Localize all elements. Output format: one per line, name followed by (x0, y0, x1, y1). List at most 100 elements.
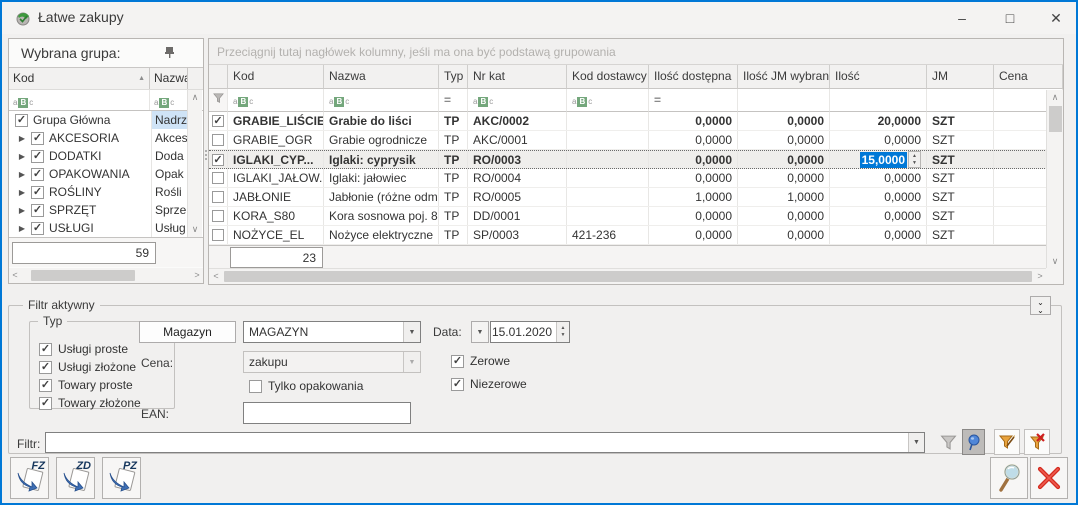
cell-ilosc[interactable]: 20,0000 (830, 112, 927, 130)
cell-ilosc[interactable]: 0,0000 (830, 226, 927, 244)
tree-checkbox[interactable]: ✓ (31, 168, 44, 181)
tree-row[interactable]: ▶ ✓ SPRZĘT Sprze (9, 201, 203, 219)
tree-filter-kod[interactable] (9, 90, 150, 110)
scroll-right-icon[interactable]: > (191, 268, 203, 283)
grid-vertical-scrollbar[interactable]: ∧ ∨ (1046, 90, 1063, 269)
checkbox-uslugi-proste[interactable]: ✓ Usługi proste (39, 342, 128, 356)
checkbox-tylko-opakowania[interactable]: Tylko opakowania (249, 379, 363, 393)
tree-column-header-kod[interactable]: Kod ▲ (9, 68, 150, 89)
magazyn-button[interactable]: Magazyn (139, 321, 236, 343)
scroll-thumb[interactable] (31, 270, 135, 281)
filter-cell-nrkat[interactable] (468, 89, 567, 112)
checkbox-uslugi-zlozone[interactable]: ✓ Usługi złożone (39, 360, 136, 374)
tree-checkbox[interactable]: ✓ (31, 150, 44, 163)
filtr-combo[interactable]: ▼ (45, 432, 925, 453)
scroll-up-icon[interactable]: ∧ (188, 90, 202, 105)
row-checkbox[interactable] (212, 210, 224, 222)
tree-checkbox[interactable]: ✓ (31, 222, 44, 235)
grid-horizontal-scrollbar[interactable]: < > (209, 268, 1047, 284)
cell-ilosc[interactable]: 0,0000 (830, 207, 927, 225)
row-checkbox[interactable]: ✓ (212, 115, 224, 127)
expand-icon[interactable]: ▶ (17, 170, 27, 179)
fz-document-button[interactable]: FZ (10, 457, 49, 499)
close-button[interactable] (1030, 457, 1068, 499)
chevron-down-icon[interactable]: ▼ (403, 322, 420, 342)
column-header-nazwa[interactable]: Nazwa (324, 65, 439, 89)
tree-row[interactable]: ▶ ✓ DODATKI Doda (9, 147, 203, 165)
filter-cell-nazwa[interactable] (324, 89, 439, 112)
filter-cell-ilosc-jm[interactable] (738, 89, 830, 112)
column-header-kod[interactable]: Kod (228, 65, 324, 89)
filter-pin-button[interactable] (962, 429, 985, 455)
expand-icon[interactable]: ▶ (17, 206, 27, 215)
cell-ilosc[interactable]: 0,0000 (830, 188, 927, 206)
collapse-filter-button[interactable]: ⌄⌄ (1030, 296, 1051, 315)
scroll-right-icon[interactable]: > (1033, 269, 1047, 284)
ilosc-spinner[interactable]: ▲▼ (908, 151, 921, 168)
filter-cell-kod-dostawcy[interactable] (567, 89, 649, 112)
expand-icon[interactable]: ▶ (17, 188, 27, 197)
chevron-down-icon[interactable]: ▼ (908, 433, 924, 452)
tree-checkbox[interactable]: ✓ (31, 204, 44, 217)
expand-icon[interactable]: ▶ (17, 134, 27, 143)
filter-cell-jm[interactable] (927, 89, 994, 112)
row-checkbox[interactable] (212, 229, 224, 241)
table-row-selected[interactable]: ✓ IGLAKI_CYP... Iglaki: cyprysik TP RO/0… (209, 150, 1063, 169)
table-row[interactable]: NOŻYCE_EL Nożyce elektryczne TP SP/0003 … (209, 226, 1063, 245)
maximize-button[interactable]: □ (994, 6, 1026, 30)
table-row[interactable]: GRABIE_OGR Grabie ogrodnicze TP AKC/0001… (209, 131, 1063, 150)
scroll-thumb[interactable] (224, 271, 1032, 282)
ilosc-editor[interactable]: 15,0000 (860, 152, 907, 168)
minimize-button[interactable]: – (946, 6, 978, 30)
ilosc-editor-cell[interactable]: 15,0000 ▲▼ (830, 151, 927, 168)
column-header-ilosc-jm[interactable]: Ilość JM wybrana (738, 65, 830, 89)
tree-filter-nazwa[interactable] (150, 90, 188, 110)
scroll-thumb[interactable] (1049, 106, 1062, 132)
column-header-kod-dostawcy[interactable]: Kod dostawcy (567, 65, 649, 89)
group-by-bar[interactable]: Przeciągnij tutaj nagłówek kolumny, jeśl… (209, 39, 1063, 65)
filter-funnel-cell[interactable] (209, 89, 228, 112)
filter-button[interactable] (937, 429, 960, 455)
table-row[interactable]: JABŁONIE Jabłonie (różne odm... TP RO/00… (209, 188, 1063, 207)
zd-document-button[interactable]: ZD (56, 457, 95, 499)
filter-cell-typ[interactable] (439, 89, 468, 112)
tree-checkbox[interactable]: ✓ (31, 186, 44, 199)
column-header-jm[interactable]: JM (927, 65, 994, 89)
pz-document-button[interactable]: PZ (102, 457, 141, 499)
scroll-up-icon[interactable]: ∧ (1047, 90, 1063, 105)
search-button[interactable] (990, 457, 1028, 499)
filter-builder-button[interactable] (994, 429, 1020, 455)
row-checkbox[interactable]: ✓ (212, 154, 224, 166)
scroll-left-icon[interactable]: < (209, 269, 223, 284)
date-spinner[interactable]: ▲▼ (556, 322, 569, 342)
date-dropdown-button[interactable]: ▼ (471, 321, 489, 343)
tree-column-header-nazwa[interactable]: Nazwa (150, 68, 188, 89)
row-checkbox[interactable] (212, 191, 224, 203)
tree-row[interactable]: ▶ ✓ AKCESORIA Akces (9, 129, 203, 147)
scroll-down-icon[interactable]: ∨ (1047, 254, 1063, 269)
pin-icon[interactable] (164, 46, 175, 59)
magazyn-combo[interactable]: MAGAZYN ▼ (243, 321, 421, 343)
tree-checkbox[interactable]: ✓ (31, 132, 44, 145)
row-checkbox[interactable] (212, 172, 224, 184)
column-header-ilosc-dostepna[interactable]: Ilość dostępna (649, 65, 738, 89)
tree-vertical-scrollbar[interactable]: ∧ ∨ (187, 90, 202, 237)
scroll-left-icon[interactable]: < (9, 268, 21, 283)
column-header-typ[interactable]: Typ (439, 65, 468, 89)
date-field[interactable]: 15.01.2020 ▲▼ (490, 321, 570, 343)
close-window-button[interactable]: ✕ (1040, 6, 1072, 30)
table-row[interactable]: IGLAKI_JAŁOW... Iglaki: jałowiec TP RO/0… (209, 169, 1063, 188)
tree-row[interactable]: ✓ Grupa Główna Nadrz (9, 111, 203, 129)
filter-clear-button[interactable] (1024, 429, 1050, 455)
tree-row[interactable]: ▶ ✓ USŁUGI Usług (9, 219, 203, 237)
filter-cell-ilosc[interactable] (830, 89, 927, 112)
column-header-ilosc[interactable]: Ilość (830, 65, 927, 89)
select-column-header[interactable] (209, 65, 228, 89)
scroll-down-icon[interactable]: ∨ (188, 222, 202, 237)
column-header-cena[interactable]: Cena (994, 65, 1063, 89)
checkbox-zerowe[interactable]: ✓ Zerowe (451, 354, 510, 368)
tree-row[interactable]: ▶ ✓ OPAKOWANIA Opak (9, 165, 203, 183)
tree-horizontal-scrollbar[interactable]: < > (9, 268, 203, 283)
ean-input[interactable] (243, 402, 411, 424)
cell-ilosc[interactable]: 0,0000 (830, 131, 927, 149)
